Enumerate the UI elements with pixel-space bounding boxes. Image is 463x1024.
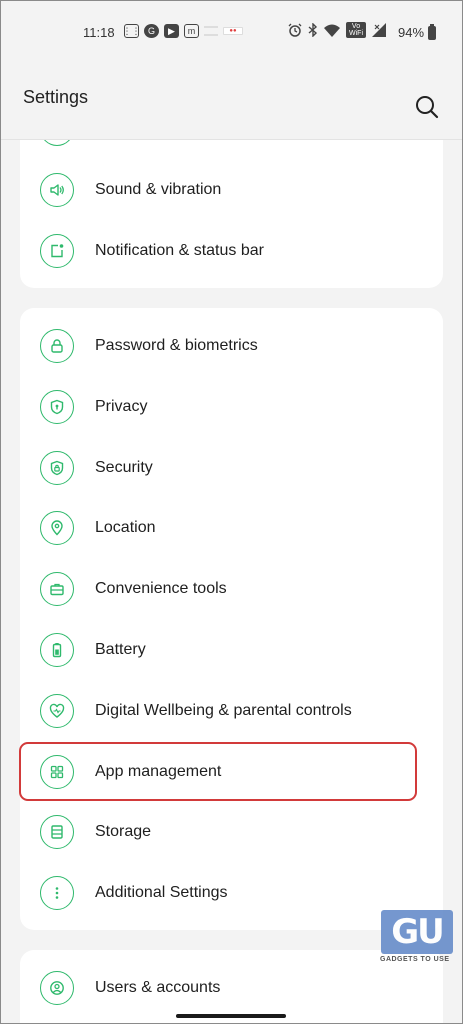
battery-status: 94% — [398, 23, 437, 40]
battery-level-icon — [428, 23, 437, 40]
gesture-nav-bar[interactable] — [176, 1014, 286, 1018]
status-bar: 11:18 ⋮⋮ G ▶ m ●● Vo WiFi 94% — [0, 0, 463, 62]
settings-card-display: Sound & vibration Notification & status … — [20, 140, 443, 288]
keypad-icon: ⋮⋮ — [123, 24, 141, 38]
settings-item-password[interactable]: Password & biometrics — [20, 316, 443, 376]
youtube-icon: ▶ — [164, 24, 179, 38]
wifi-icon — [324, 24, 340, 37]
wind-icon — [204, 26, 218, 36]
app-header: Settings — [0, 62, 463, 140]
settings-item-label: Convenience tools — [95, 580, 227, 597]
settings-item-sound[interactable]: Sound & vibration — [20, 160, 443, 220]
storage-icon — [40, 815, 74, 849]
settings-item-label: Additional Settings — [95, 884, 228, 901]
settings-item-label: Storage — [95, 823, 152, 840]
settings-item-battery[interactable]: Battery — [20, 620, 443, 680]
user-icon — [40, 971, 74, 1005]
caller-icon: ●● — [223, 27, 243, 35]
settings-item-label: Security — [95, 459, 153, 476]
app-grid-icon — [40, 755, 74, 789]
more-dots-icon — [40, 876, 74, 910]
vowifi-icon: Vo WiFi — [346, 22, 366, 38]
search-icon — [416, 96, 439, 119]
settings-item-wellbeing[interactable]: Digital Wellbeing & parental controls — [20, 681, 443, 741]
bluetooth-icon — [308, 23, 318, 37]
search-button[interactable] — [414, 94, 440, 120]
settings-item-label: App management — [95, 763, 222, 780]
settings-item-label: Password & biometrics — [95, 337, 258, 354]
alarm-icon — [288, 23, 302, 37]
status-time: 11:18 — [83, 25, 115, 40]
battery-percent: 94% — [398, 25, 425, 40]
settings-item-label: Notification & status bar — [95, 242, 264, 259]
lock-icon — [40, 329, 74, 363]
watermark-text: GADGETS TO USE — [380, 956, 450, 963]
settings-item-label: Sound & vibration — [95, 181, 222, 198]
speaker-icon — [40, 173, 74, 207]
battery-icon — [40, 633, 74, 667]
signal-icon — [372, 23, 386, 37]
watermark-letters: GU — [381, 910, 453, 954]
settings-item-convenience[interactable]: Convenience tools — [20, 559, 443, 619]
settings-item-privacy[interactable]: Privacy — [20, 377, 443, 437]
location-pin-icon — [40, 511, 74, 545]
settings-item-app-management[interactable]: App management — [20, 742, 443, 802]
status-left-icons: ⋮⋮ G ▶ m ●● — [123, 24, 243, 38]
settings-item-storage[interactable]: Storage — [20, 802, 443, 862]
settings-item-label: Battery — [95, 641, 146, 658]
settings-item-location[interactable]: Location — [20, 498, 443, 558]
page-title: Settings — [23, 87, 89, 107]
notification-icon — [40, 234, 74, 268]
settings-item-notification[interactable]: Notification & status bar — [20, 221, 443, 281]
google-icon: G — [144, 24, 159, 38]
security-shield-icon — [40, 451, 74, 485]
heart-icon — [40, 694, 74, 728]
watermark-logo: GU GADGETS TO USE — [377, 910, 459, 970]
privacy-shield-icon — [40, 390, 74, 424]
settings-item-label: Privacy — [95, 398, 148, 415]
status-right-icons: Vo WiFi — [288, 22, 386, 38]
settings-item-label: Users & accounts — [95, 979, 221, 996]
settings-item-label: Location — [95, 519, 156, 536]
settings-item-label: Digital Wellbeing & parental controls — [95, 702, 352, 719]
m-icon: m — [184, 24, 199, 38]
settings-item-security[interactable]: Security — [20, 438, 443, 498]
partial-row-icon — [40, 140, 74, 146]
toolbox-icon — [40, 572, 74, 606]
settings-card-system: Password & biometrics Privacy Security L… — [20, 308, 443, 930]
